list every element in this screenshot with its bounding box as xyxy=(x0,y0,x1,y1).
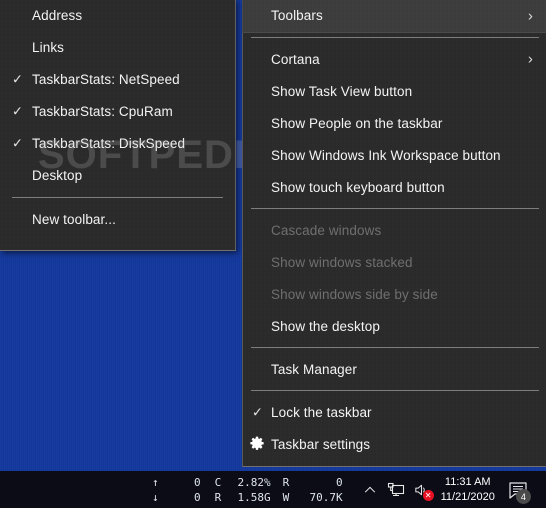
volume-muted-icon[interactable]: ✕ xyxy=(409,471,435,508)
submenu-item-new-toolbar[interactable]: New toolbar... xyxy=(0,203,235,235)
menu-item-task-manager[interactable]: Task Manager xyxy=(243,353,546,385)
submenu-item-label: TaskbarStats: NetSpeed xyxy=(32,71,180,87)
menu-item-show-task-view-button[interactable]: Show Task View button xyxy=(243,75,546,107)
menu-item-show-the-desktop[interactable]: Show the desktop xyxy=(243,310,546,342)
action-center-icon[interactable]: 4 xyxy=(501,471,535,508)
taskbar-context-menu: Toolbars › Cortana › Show Task View butt… xyxy=(242,0,546,467)
toolbars-submenu: Address Links ✓ TaskbarStats: NetSpeed ✓… xyxy=(0,0,236,251)
chevron-right-icon: › xyxy=(527,7,533,24)
cpu-row: C 2.82% xyxy=(215,475,271,490)
taskbar-stats-diskspeed[interactable]: R 0 W 70.7K xyxy=(283,475,343,505)
disk-write-label: W xyxy=(282,490,290,504)
menu-item-show-touch-keyboard-button[interactable]: Show touch keyboard button xyxy=(243,171,546,203)
clock[interactable]: 11:31 AM 11/21/2020 xyxy=(435,475,501,505)
disk-read-row: R 0 xyxy=(283,475,343,490)
netspeed-upload-value: 0 xyxy=(194,475,201,489)
download-arrow-icon: ↓ xyxy=(152,490,159,504)
chevron-right-icon: › xyxy=(527,50,533,68)
menu-item-label: Cortana xyxy=(271,51,320,67)
menu-item-label: Lock the taskbar xyxy=(271,404,372,420)
cpu-label: C xyxy=(214,475,222,489)
disk-read-label: R xyxy=(282,475,290,489)
check-icon: ✓ xyxy=(12,135,23,151)
clock-time: 11:31 AM xyxy=(444,475,491,488)
ram-row: R 1.58G xyxy=(215,490,271,505)
menu-item-label: Show People on the taskbar xyxy=(271,115,443,131)
taskbar: ↑ 0 ↓ 0 C 2.82% R 1.58G R 0 W 70.7K ✕ 11… xyxy=(0,471,546,508)
menu-item-label: Show Task View button xyxy=(271,83,413,99)
submenu-separator xyxy=(12,197,223,198)
cpu-value: 2.82% xyxy=(237,475,271,489)
ram-label: R xyxy=(214,490,222,504)
menu-item-toolbars[interactable]: Toolbars › xyxy=(242,0,546,33)
netspeed-download-value: 0 xyxy=(194,490,201,504)
menu-item-label: Taskbar settings xyxy=(271,436,371,452)
menu-separator xyxy=(251,208,539,209)
menu-item-label: Task Manager xyxy=(271,361,357,377)
network-icon[interactable] xyxy=(383,471,409,508)
menu-item-label: Show the desktop xyxy=(271,318,380,334)
submenu-item-label: New toolbar... xyxy=(32,211,116,227)
submenu-item-address[interactable]: Address xyxy=(0,0,235,31)
submenu-item-taskbarstats-netspeed[interactable]: ✓ TaskbarStats: NetSpeed xyxy=(0,63,235,95)
menu-separator xyxy=(251,390,539,391)
clock-date: 11/21/2020 xyxy=(440,490,495,503)
submenu-item-desktop[interactable]: Desktop xyxy=(0,159,235,191)
netspeed-download-row: ↓ 0 xyxy=(152,490,201,505)
submenu-item-label: Links xyxy=(32,39,65,55)
taskbar-stats-netspeed[interactable]: ↑ 0 ↓ 0 xyxy=(152,475,201,505)
chevron-up-icon[interactable] xyxy=(357,471,383,508)
menu-item-cortana[interactable]: Cortana › xyxy=(243,43,546,75)
check-icon: ✓ xyxy=(12,103,23,119)
upload-arrow-icon: ↑ xyxy=(152,475,159,489)
menu-item-taskbar-settings[interactable]: Taskbar settings xyxy=(243,428,546,460)
disk-write-value: 70.7K xyxy=(309,490,343,504)
submenu-item-taskbarstats-diskspeed[interactable]: ✓ TaskbarStats: DiskSpeed xyxy=(0,127,235,159)
submenu-item-label: Desktop xyxy=(32,167,83,183)
menu-item-cascade-windows: Cascade windows xyxy=(243,214,546,246)
disk-write-row: W 70.7K xyxy=(283,490,343,505)
submenu-item-taskbarstats-cpuram[interactable]: ✓ TaskbarStats: CpuRam xyxy=(0,95,235,127)
menu-separator xyxy=(251,37,539,38)
menu-item-label: Cascade windows xyxy=(271,222,382,238)
notification-count-badge: 4 xyxy=(515,489,531,504)
submenu-item-label: TaskbarStats: CpuRam xyxy=(32,103,173,119)
menu-item-show-people-on-the-taskbar[interactable]: Show People on the taskbar xyxy=(243,107,546,139)
mute-badge-icon: ✕ xyxy=(422,490,434,501)
check-icon: ✓ xyxy=(252,404,263,420)
menu-item-label: Toolbars xyxy=(271,8,323,23)
menu-item-label: Show windows stacked xyxy=(271,254,413,270)
disk-read-value: 0 xyxy=(336,475,343,489)
menu-item-show-windows-ink-workspace-button[interactable]: Show Windows Ink Workspace button xyxy=(243,139,546,171)
submenu-item-links[interactable]: Links xyxy=(0,31,235,63)
menu-item-label: Show touch keyboard button xyxy=(271,179,445,195)
system-tray: ✕ 11:31 AM 11/21/2020 4 xyxy=(357,471,535,508)
menu-separator xyxy=(251,347,539,348)
menu-item-label: Show Windows Ink Workspace button xyxy=(271,147,501,163)
gear-icon xyxy=(249,436,265,452)
menu-item-label: Show windows side by side xyxy=(271,286,438,302)
menu-item-show-windows-side-by-side: Show windows side by side xyxy=(243,278,546,310)
ram-value: 1.58G xyxy=(237,490,271,504)
submenu-item-label: Address xyxy=(32,7,83,23)
check-icon: ✓ xyxy=(12,71,23,87)
taskbar-stats-cpuram[interactable]: C 2.82% R 1.58G xyxy=(215,475,271,505)
menu-item-lock-the-taskbar[interactable]: ✓ Lock the taskbar xyxy=(243,396,546,428)
netspeed-upload-row: ↑ 0 xyxy=(152,475,201,490)
menu-item-show-windows-stacked: Show windows stacked xyxy=(243,246,546,278)
submenu-item-label: TaskbarStats: DiskSpeed xyxy=(32,135,186,151)
